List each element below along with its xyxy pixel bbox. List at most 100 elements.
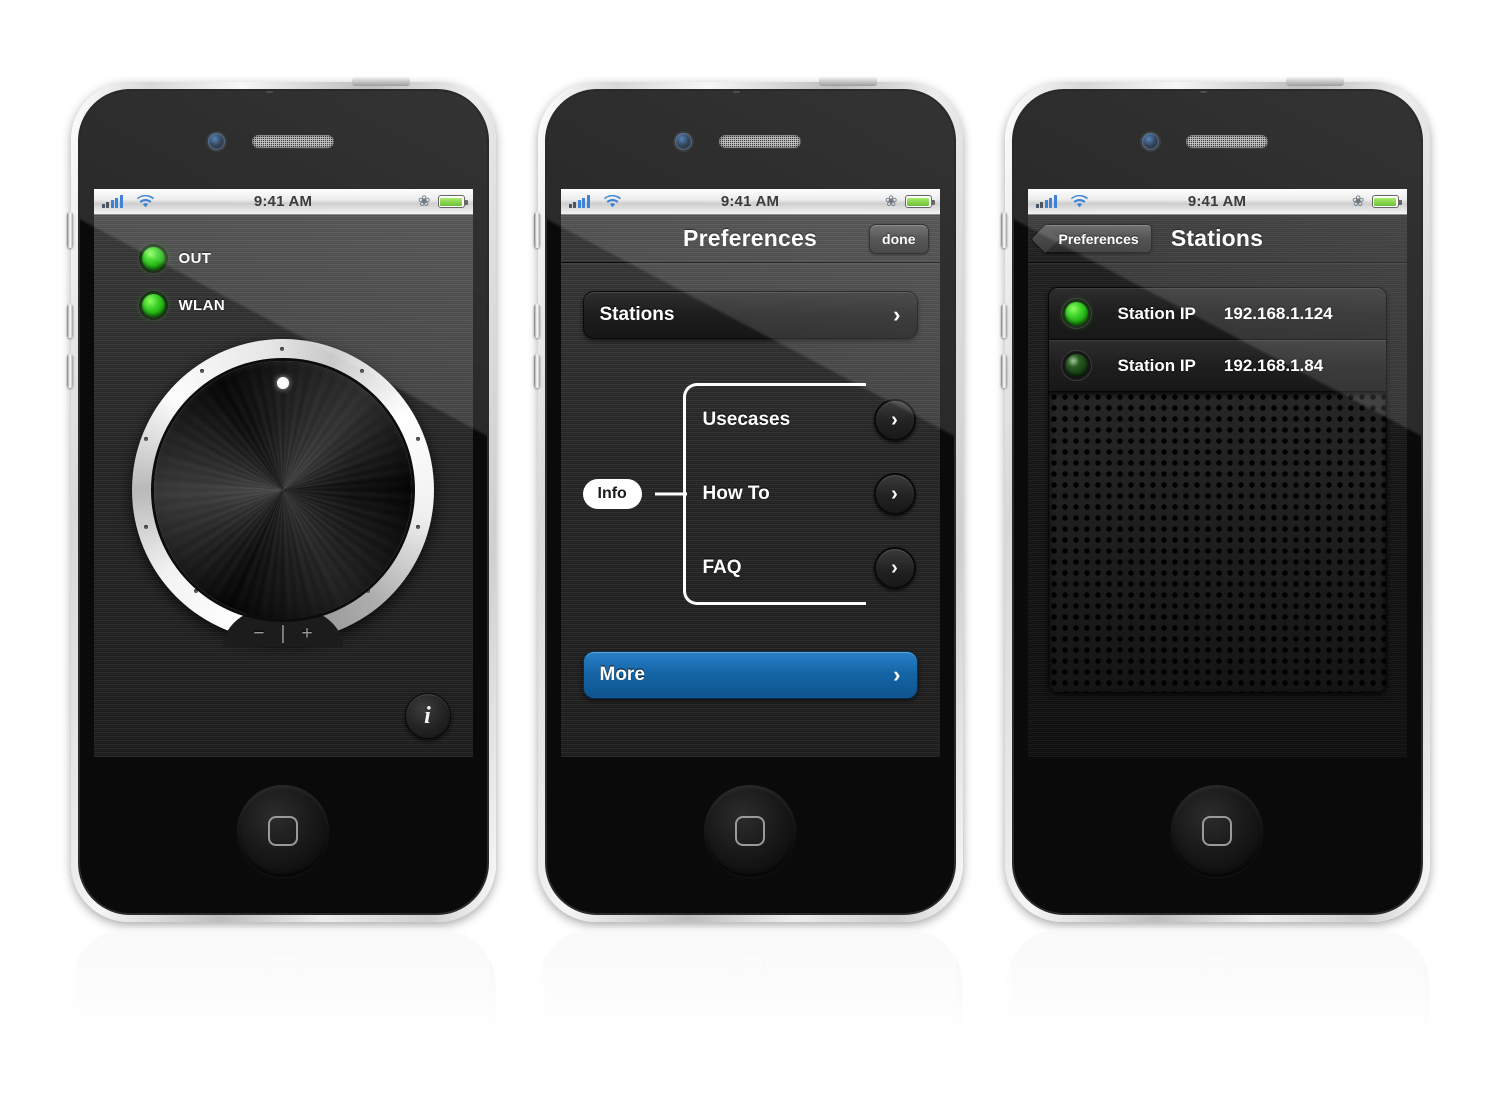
volume-up-button[interactable] [66, 304, 73, 338]
dial-plus-mark: + [301, 623, 313, 644]
speaker-grille-texture [1048, 392, 1386, 692]
info-row-usecases[interactable]: Usecases › [703, 399, 918, 441]
info-button[interactable]: i [404, 693, 451, 739]
led-indicator-list: OUT WLAN [94, 215, 473, 317]
earpiece-speaker-icon [251, 135, 334, 148]
volume-up-button[interactable] [1000, 304, 1007, 338]
earpiece-speaker-icon [1185, 135, 1268, 148]
silent-switch[interactable] [1000, 212, 1007, 248]
volume-up-button[interactable] [533, 304, 540, 338]
station-ip-address: 192.168.1.124 [1223, 303, 1333, 323]
battery-icon [437, 195, 468, 208]
volume-down-button[interactable] [533, 354, 540, 388]
dial-ring-dot [280, 347, 284, 351]
front-camera-icon [207, 133, 225, 150]
status-bar: 9:41 AM ❀ [93, 189, 473, 215]
phone-unit-stations: 9:41 AM ❀ Preferences Stations Station I… [1000, 77, 1430, 1078]
device-reflection [70, 928, 496, 1078]
dial-ring-dot [416, 437, 420, 441]
stations-screen-background: Preferences Stations Station IP 192.168.… [1027, 215, 1407, 757]
top-microphone [732, 91, 740, 93]
silent-switch[interactable] [533, 212, 540, 248]
stations-button[interactable]: Stations › [582, 291, 918, 339]
volume-down-button[interactable] [1000, 354, 1007, 388]
dial-ring-dot [144, 525, 148, 529]
dial-metal-face[interactable] [154, 361, 412, 619]
table-row[interactable]: Station IP 192.168.1.124 [1048, 288, 1386, 340]
stations-button-label: Stations [599, 304, 675, 325]
info-pill-label: Info [582, 479, 642, 509]
back-button-preferences[interactable]: Preferences [1041, 224, 1152, 253]
led-row-out: OUT [141, 247, 473, 270]
power-button[interactable] [351, 77, 410, 86]
power-button[interactable] [818, 77, 877, 86]
dial-minus-mark: − [253, 623, 265, 644]
status-bar-time: 9:41 AM [1187, 193, 1247, 210]
dial-markers: − | + [253, 623, 312, 645]
more-button-label: More [599, 664, 645, 685]
device-reflection [1004, 928, 1430, 1078]
device-bottom-bezel [1014, 757, 1421, 913]
device-top-bezel [547, 91, 954, 189]
info-row-list: Usecases › How To › FAQ › [703, 383, 918, 605]
chevron-right-icon[interactable]: › [873, 399, 916, 441]
front-camera-icon [1141, 133, 1159, 150]
earpiece-speaker-icon [718, 135, 801, 148]
device-top-bezel [1014, 91, 1421, 189]
volume-dial[interactable]: − | + [132, 339, 434, 647]
device-bottom-bezel [80, 757, 487, 913]
navigation-bar: Preferences done [560, 215, 940, 263]
page-title: Stations [1170, 225, 1264, 251]
home-square-icon [735, 816, 765, 846]
led-row-wlan: WLAN [141, 294, 473, 317]
done-button[interactable]: done [869, 224, 929, 254]
home-button[interactable] [704, 785, 796, 877]
led-label-out: OUT [178, 250, 212, 267]
dial-ring-dot [360, 369, 364, 373]
page-title: Preferences [683, 225, 817, 251]
home-button[interactable] [1171, 785, 1263, 877]
dial-ring-dot [194, 589, 198, 593]
info-icon: i [424, 702, 431, 729]
info-row-label: How To [702, 483, 770, 504]
iphone-device-2: 9:41 AM ❀ Preferences done Stations › In… [533, 77, 963, 922]
info-row-howto[interactable]: How To › [703, 473, 918, 515]
table-row[interactable]: Station IP 192.168.1.84 [1048, 340, 1386, 392]
dial-ring-dot [144, 437, 148, 441]
iphone-device-3: 9:41 AM ❀ Preferences Stations Station I… [1000, 77, 1430, 922]
battery-icon [904, 195, 935, 208]
home-button[interactable] [237, 785, 329, 877]
top-microphone [1199, 91, 1207, 93]
volume-down-button[interactable] [66, 354, 73, 388]
navigation-bar: Preferences Stations [1027, 215, 1407, 263]
station-name: Station IP [1117, 355, 1196, 375]
led-indicator-wlan [141, 294, 165, 317]
phone-unit-dial: 9:41 AM ❀ OUT WLAN − | + i [66, 77, 496, 1078]
station-led-indicator [1064, 354, 1088, 377]
silent-switch[interactable] [66, 212, 73, 248]
power-button[interactable] [1285, 77, 1344, 86]
preferences-screen-background: Preferences done Stations › Info Usecase… [560, 215, 940, 757]
device-reflection [537, 928, 963, 1078]
top-microphone [265, 91, 273, 93]
screen-stations: 9:41 AM ❀ Preferences Stations Station I… [1027, 189, 1407, 757]
info-row-faq[interactable]: FAQ › [703, 547, 918, 589]
dial-center-mark: | [280, 623, 286, 644]
stations-list-panel: Station IP 192.168.1.124 Station IP 192.… [1047, 287, 1387, 693]
info-row-label: FAQ [702, 557, 742, 578]
status-bar: 9:41 AM ❀ [1027, 189, 1407, 215]
chevron-right-icon[interactable]: › [873, 473, 916, 515]
dial-position-indicator [277, 377, 289, 389]
chevron-right-icon[interactable]: › [873, 547, 916, 589]
led-label-wlan: WLAN [178, 297, 226, 314]
info-group: Info Usecases › How To › FAQ › [582, 383, 918, 605]
home-square-icon [1202, 816, 1232, 846]
device-top-bezel [80, 91, 487, 189]
dial-ring-dot [200, 369, 204, 373]
dial-ring-dot [416, 525, 420, 529]
more-button[interactable]: More › [582, 651, 918, 699]
chevron-right-icon: › [893, 662, 901, 687]
station-name: Station IP [1117, 303, 1196, 323]
screen-preferences: 9:41 AM ❀ Preferences done Stations › In… [560, 189, 940, 757]
info-connector-line [654, 492, 687, 496]
